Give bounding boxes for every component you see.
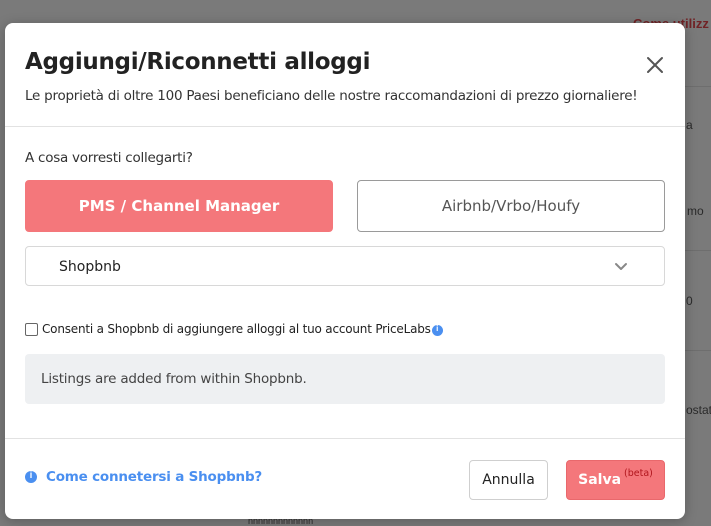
info-icon[interactable] bbox=[431, 324, 443, 336]
info-icon bbox=[25, 470, 37, 483]
modal-footer: Come connetersi a Shopbnb? Annulla Salva… bbox=[5, 438, 685, 519]
beta-badge: (beta) bbox=[624, 467, 653, 479]
close-button[interactable] bbox=[643, 53, 667, 77]
help-link-text: Come connetersi a Shopbnb? bbox=[46, 469, 263, 485]
info-note: Listings are added from within Shopbnb. bbox=[25, 354, 665, 404]
modal-title: Aggiungi/Riconnetti alloggi bbox=[25, 49, 371, 75]
add-listings-modal: Aggiungi/Riconnetti alloggi Le proprietà… bbox=[5, 23, 685, 519]
close-icon bbox=[647, 57, 663, 73]
consent-row: Consenti a Shopbnb di aggiungere alloggi… bbox=[25, 321, 443, 337]
option-airbnb-vrbo-houfy[interactable]: Airbnb/Vrbo/Houfy bbox=[357, 180, 665, 232]
help-link[interactable]: Come connetersi a Shopbnb? bbox=[25, 469, 262, 485]
consent-checkbox[interactable] bbox=[25, 322, 38, 336]
pms-select[interactable]: Shopbnb bbox=[25, 246, 665, 286]
modal-header: Aggiungi/Riconnetti alloggi Le proprietà… bbox=[5, 23, 685, 127]
pms-select-value: Shopbnb bbox=[59, 259, 121, 275]
save-button[interactable]: Salva (beta) bbox=[566, 460, 665, 500]
consent-label: Consenti a Shopbnb di aggiungere alloggi… bbox=[42, 322, 431, 336]
modal-subtitle: Le proprietà di oltre 100 Paesi benefici… bbox=[25, 88, 638, 104]
save-button-label: Salva bbox=[578, 472, 622, 488]
option-pms-channel-manager[interactable]: PMS / Channel Manager bbox=[25, 180, 333, 232]
chevron-down-icon bbox=[615, 263, 627, 270]
info-note-text: Listings are added from within Shopbnb. bbox=[41, 371, 307, 387]
connection-question: A cosa vorresti collegarti? bbox=[25, 150, 193, 166]
cancel-button[interactable]: Annulla bbox=[469, 460, 548, 500]
